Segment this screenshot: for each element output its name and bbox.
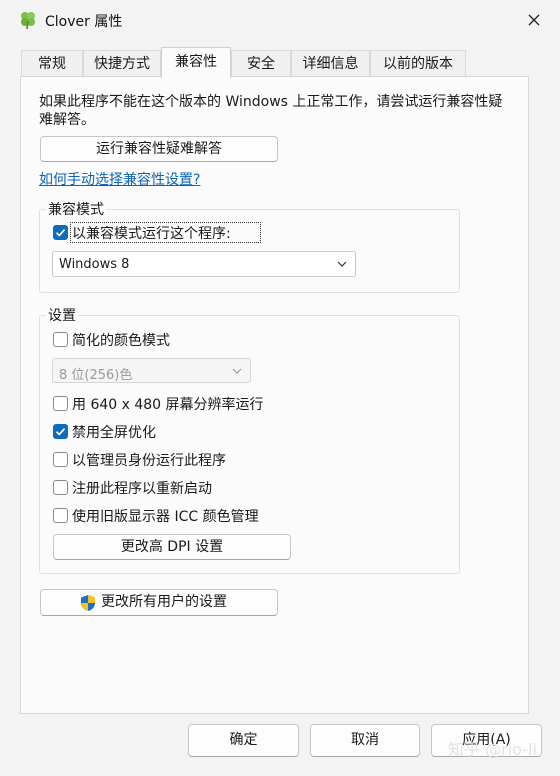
window-title: Clover 属性	[45, 14, 123, 30]
clover-icon	[21, 12, 35, 30]
run-troubleshooter-button[interactable]: 运行兼容性疑难解答	[40, 136, 278, 162]
os-version-value: Windows 8	[59, 257, 130, 272]
disable-fullscreen-opt-checkbox[interactable]	[53, 424, 68, 439]
checkmark-icon	[55, 229, 66, 237]
disable-fullscreen-opt-label: 禁用全屏优化	[72, 425, 156, 441]
tab-compatibility[interactable]: 兼容性	[161, 47, 231, 78]
tab-shortcut[interactable]: 快捷方式	[83, 50, 161, 77]
legacy-icc-checkbox[interactable]	[53, 508, 68, 523]
manual-settings-link[interactable]: 如何手动选择兼容性设置?	[39, 169, 200, 189]
compat-mode-label: 以兼容模式运行这个程序:	[72, 226, 231, 242]
checkmark-icon	[55, 428, 66, 436]
run-as-admin-checkbox[interactable]	[53, 452, 68, 467]
resolution-640-label: 用 640 x 480 屏幕分辨率运行	[72, 397, 264, 413]
compatibility-panel: 如果此程序不能在这个版本的 Windows 上正常工作，请尝试运行兼容性疑难解答…	[20, 76, 529, 714]
tab-security[interactable]: 安全	[231, 50, 291, 77]
compat-mode-group: 兼容模式 以兼容模式运行这个程序: Windows 8	[39, 199, 460, 293]
register-restart-checkbox[interactable]	[53, 480, 68, 495]
legacy-icc-label: 使用旧版显示器 ICC 颜色管理	[72, 509, 259, 525]
change-all-users-button[interactable]: 更改所有用户的设置	[40, 589, 278, 616]
color-mode-select: 8 位(256)色	[52, 358, 251, 383]
os-version-select[interactable]: Windows 8	[52, 251, 356, 277]
watermark-text: 知乎 @rio-li	[448, 740, 537, 759]
settings-title: 设置	[46, 305, 78, 325]
chevron-down-icon	[232, 368, 242, 374]
properties-dialog: Clover 属性 常规 快捷方式 兼容性 安全 详细信息 以前的版本 如果此程…	[0, 0, 560, 776]
compat-mode-title: 兼容模式	[46, 199, 106, 219]
title-bar: Clover 属性	[0, 0, 560, 40]
reduced-color-label: 简化的颜色模式	[72, 333, 170, 349]
settings-group: 设置 简化的颜色模式 8 位(256)色 用 640 x 480 屏幕分辨率运行…	[39, 305, 460, 574]
register-restart-label: 注册此程序以重新启动	[72, 481, 212, 497]
close-icon[interactable]	[524, 10, 544, 30]
chevron-down-icon	[337, 261, 347, 267]
tab-details[interactable]: 详细信息	[291, 50, 370, 77]
uac-shield-icon	[81, 595, 95, 611]
cancel-button[interactable]: 取消	[310, 724, 420, 757]
change-dpi-button[interactable]: 更改高 DPI 设置	[53, 534, 291, 560]
color-mode-value: 8 位(256)色	[59, 368, 133, 383]
reduced-color-checkbox[interactable]	[53, 332, 68, 347]
compat-mode-checkbox[interactable]	[53, 225, 68, 240]
run-as-admin-label: 以管理员身份运行此程序	[72, 453, 226, 469]
resolution-640-checkbox[interactable]	[53, 396, 68, 411]
intro-text: 如果此程序不能在这个版本的 Windows 上正常工作，请尝试运行兼容性疑难解答…	[39, 94, 503, 128]
ok-button[interactable]: 确定	[188, 724, 299, 757]
tab-general[interactable]: 常规	[21, 50, 83, 77]
tab-previous-versions[interactable]: 以前的版本	[370, 50, 466, 77]
change-all-users-label: 更改所有用户的设置	[101, 594, 227, 610]
